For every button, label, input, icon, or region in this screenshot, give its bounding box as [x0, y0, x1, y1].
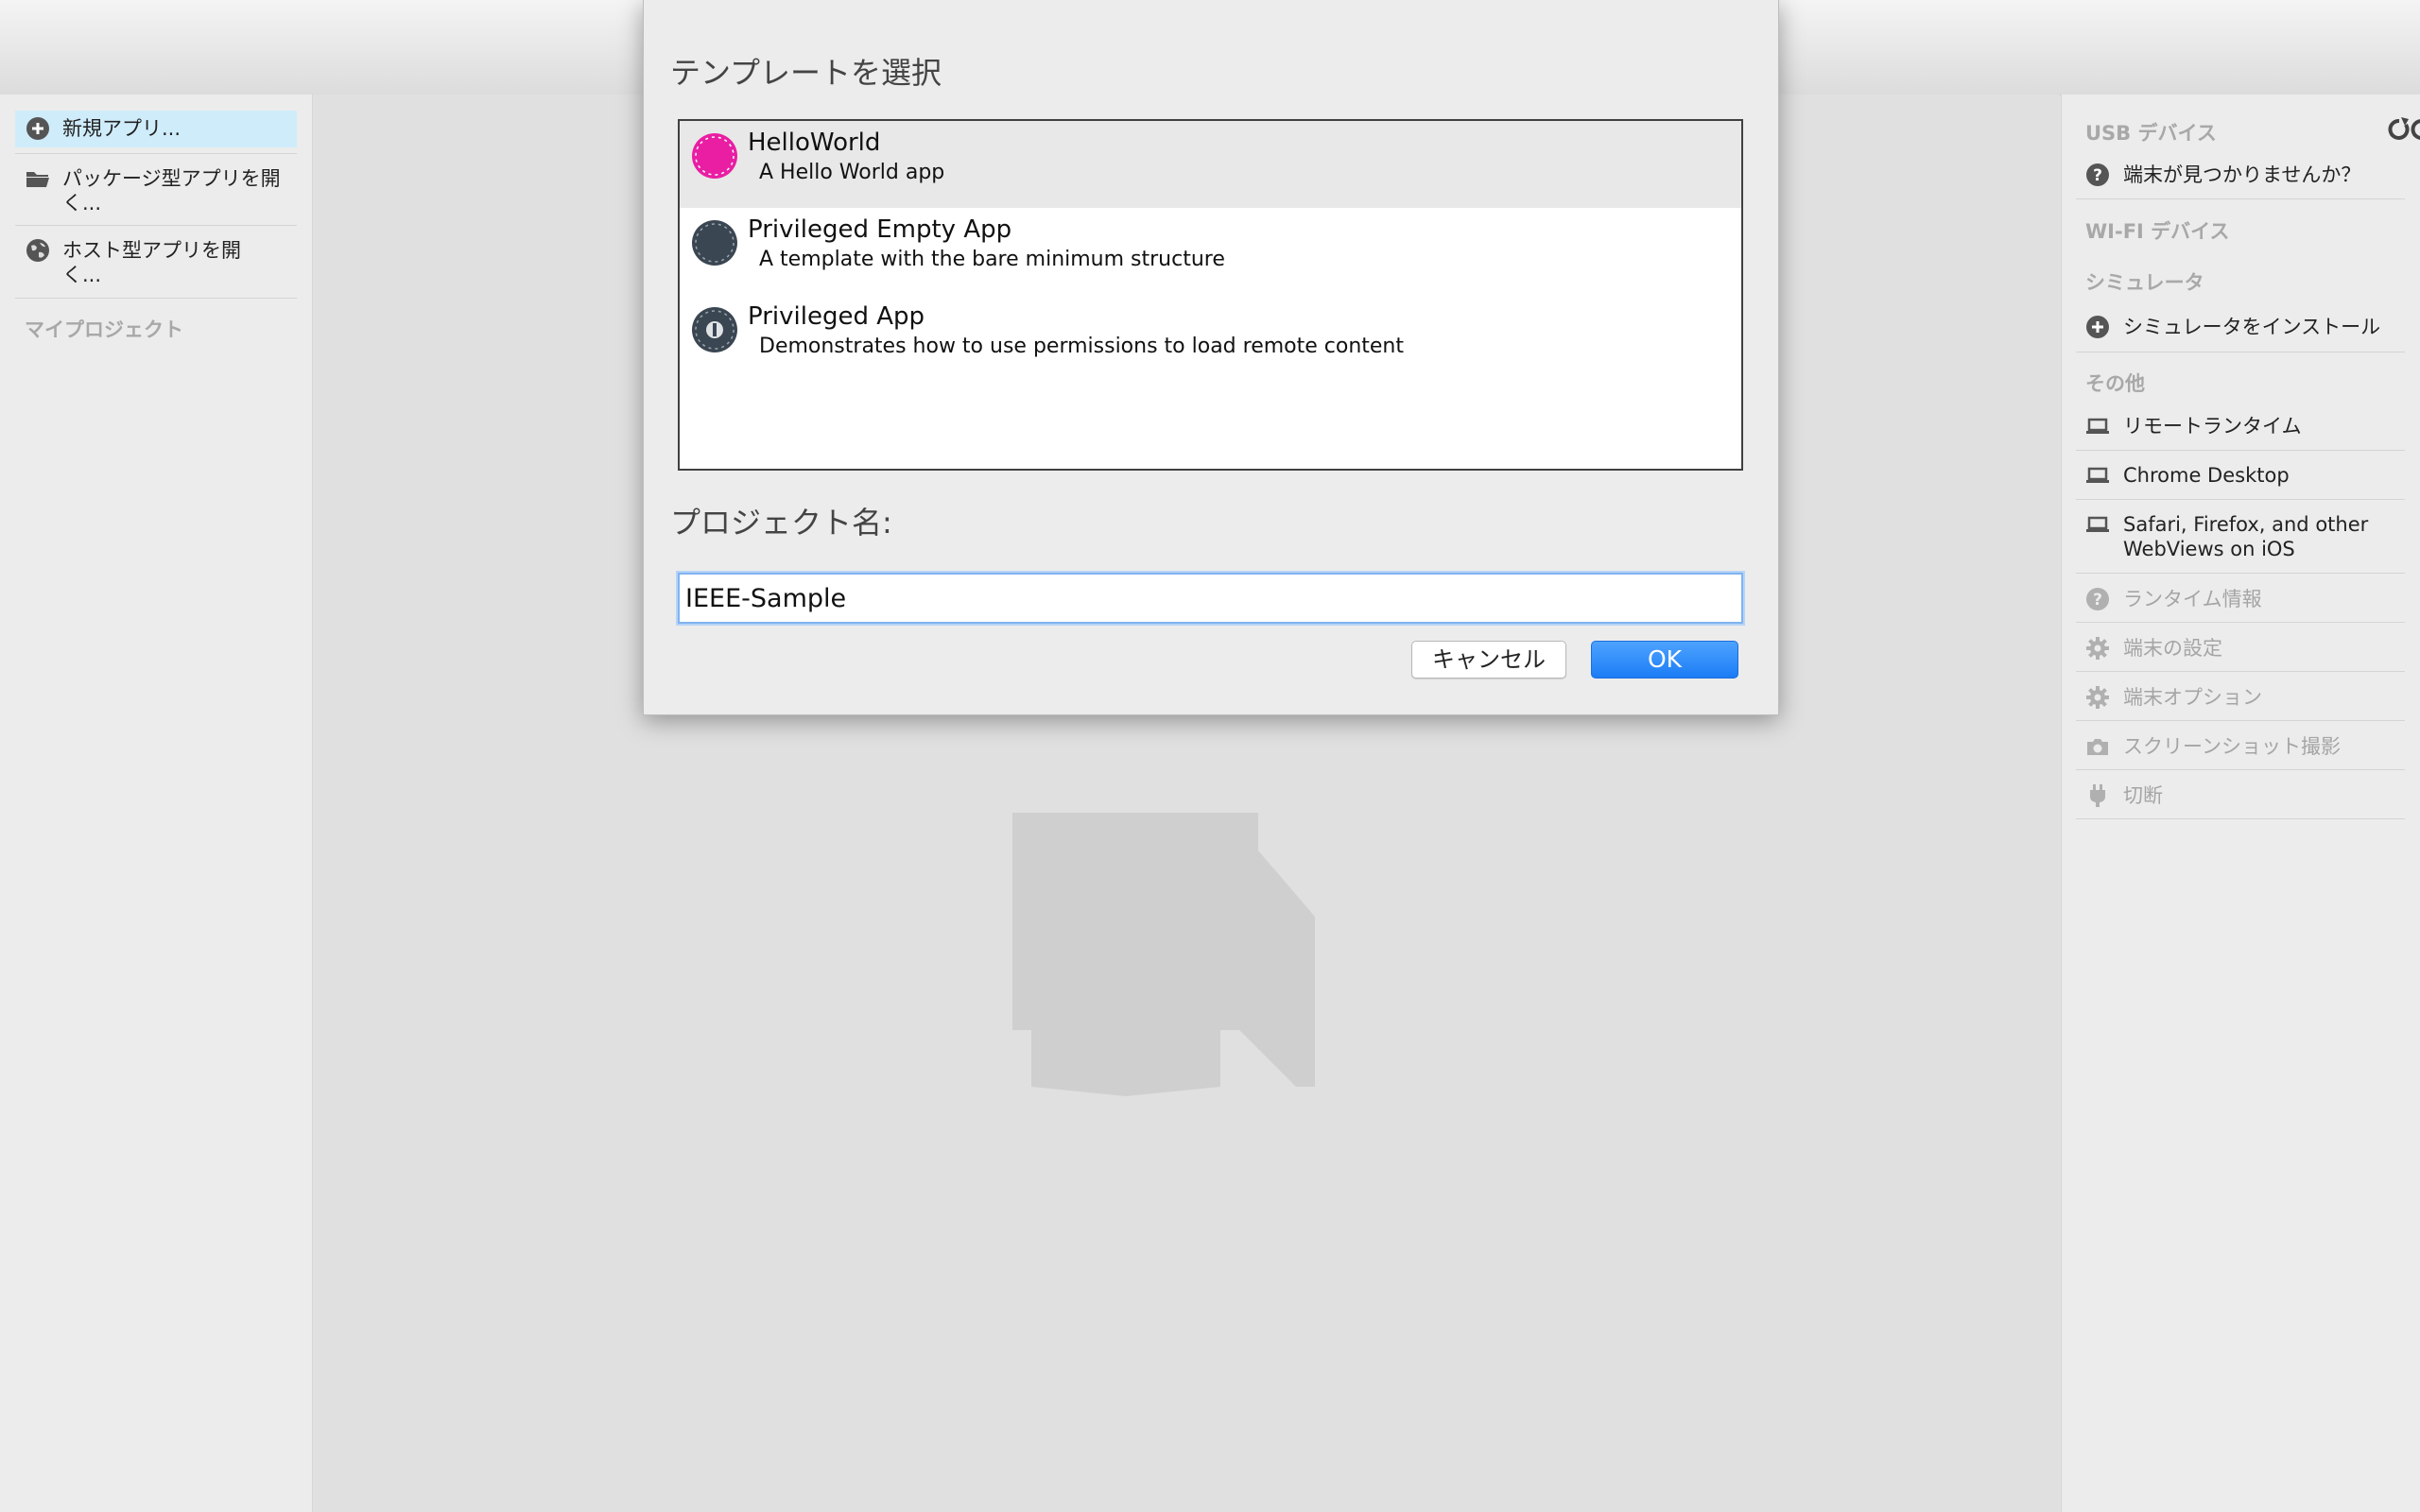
help-icon: ?: [2085, 587, 2110, 611]
template-dialog: テンプレートを選択 HelloWorld A Hello World app P…: [643, 0, 1779, 715]
svg-text:?: ?: [2093, 166, 2102, 185]
camera-icon: [2085, 734, 2110, 759]
gear-icon: [2085, 685, 2110, 710]
divider: [2076, 450, 2405, 451]
plus-circle-icon: [2085, 315, 2110, 339]
runtime-info-item[interactable]: ? ランタイム情報: [2076, 583, 2405, 615]
divider: [2076, 671, 2405, 672]
project-panel: [0, 94, 313, 1512]
divider: [2076, 622, 2405, 623]
my-projects-heading: マイプロジェクト: [25, 318, 183, 341]
divider: [15, 225, 297, 226]
device-options-item[interactable]: 端末オプション: [2076, 681, 2405, 713]
laptop-icon: [2085, 512, 2110, 537]
screenshot-item[interactable]: スクリーンショット撮影: [2076, 730, 2405, 763]
remote-runtime-item[interactable]: リモートランタイム: [2076, 410, 2405, 442]
divider: [2076, 573, 2405, 574]
device-settings-label: 端末の設定: [2123, 637, 2222, 660]
divider: [2076, 720, 2405, 721]
simulators-heading: シミュレータ: [2085, 271, 2204, 294]
privileged-empty-app-icon: [692, 220, 737, 266]
template-description: A Hello World app: [759, 161, 945, 184]
template-item-privileged-empty-app[interactable]: Privileged Empty App A template with the…: [680, 208, 1741, 295]
safari-webviews-label: Safari, Firefox, and other WebViews on i…: [2123, 512, 2368, 561]
open-hosted-app-label: ホスト型アプリを開く...: [62, 239, 241, 286]
install-simulator-label: シミュレータをインストール: [2123, 316, 2381, 338]
open-packaged-app-label: パッケージ型アプリを開く...: [62, 167, 281, 215]
globe-icon: [25, 237, 51, 264]
template-description: A template with the bare minimum structu…: [759, 248, 1225, 271]
divider: [2076, 769, 2405, 770]
divider: [2076, 198, 2405, 199]
svg-text:?: ?: [2093, 591, 2102, 610]
divider: [2076, 818, 2405, 819]
refresh-icon: [2388, 117, 2420, 140]
usb-devices-heading: USB デバイス: [2085, 122, 2217, 145]
screenshot-label: スクリーンショット撮影: [2123, 735, 2341, 758]
chrome-desktop-label: Chrome Desktop: [2123, 464, 2290, 487]
rocket-logo-icon: [1012, 813, 1315, 1096]
device-options-label: 端末オプション: [2123, 686, 2262, 709]
runtime-info-label: ランタイム情報: [2123, 588, 2262, 610]
template-name: Privileged App: [748, 302, 925, 331]
project-name-input[interactable]: [678, 573, 1743, 624]
cancel-button[interactable]: キャンセル: [1411, 641, 1566, 679]
helloworld-icon: [692, 133, 737, 179]
divider: [15, 298, 297, 299]
new-app-button[interactable]: 新規アプリ...: [15, 111, 297, 147]
privileged-app-icon: [692, 307, 737, 352]
template-name: HelloWorld: [748, 129, 881, 157]
gear-icon: [2085, 636, 2110, 661]
open-hosted-app-button[interactable]: ホスト型アプリを開く...: [15, 232, 297, 293]
install-simulator-item[interactable]: シミュレータをインストール: [2076, 311, 2405, 343]
project-name-label: プロジェクト名:: [670, 505, 892, 541]
template-name: Privileged Empty App: [748, 215, 1012, 244]
ok-button[interactable]: OK: [1591, 641, 1738, 679]
laptop-icon: [2085, 414, 2110, 438]
remote-runtime-label: リモートランタイム: [2123, 415, 2302, 438]
dialog-title: テンプレートを選択: [670, 55, 942, 91]
laptop-icon: [2085, 463, 2110, 488]
plus-circle-icon: [25, 115, 51, 142]
safari-webviews-line2: WebViews on iOS: [2123, 538, 2295, 560]
divider: [2076, 499, 2405, 500]
folder-icon: [25, 165, 51, 192]
disconnect-label: 切断: [2123, 784, 2163, 807]
device-not-found-label: 端末が見つかりませんか？: [2123, 163, 2361, 186]
chrome-desktop-item[interactable]: Chrome Desktop: [2076, 459, 2405, 491]
other-heading: その他: [2085, 372, 2145, 395]
help-icon: ?: [2085, 163, 2110, 187]
device-not-found-item[interactable]: ? 端末が見つかりませんか？: [2076, 159, 2405, 191]
device-settings-item[interactable]: 端末の設定: [2076, 632, 2405, 664]
plug-icon: [2085, 783, 2110, 808]
safari-webviews-line1: Safari, Firefox, and other: [2123, 513, 2369, 536]
safari-webviews-item[interactable]: Safari, Firefox, and other WebViews on i…: [2076, 508, 2405, 565]
refresh-button[interactable]: [2380, 115, 2420, 144]
template-item-helloworld[interactable]: HelloWorld A Hello World app: [680, 121, 1741, 208]
template-item-privileged-app[interactable]: Privileged App Demonstrates how to use p…: [680, 295, 1741, 382]
open-packaged-app-button[interactable]: パッケージ型アプリを開く...: [15, 161, 297, 221]
template-list: HelloWorld A Hello World app Privileged …: [678, 119, 1743, 471]
new-app-label: 新規アプリ...: [62, 117, 182, 140]
wifi-devices-heading: WI-FI デバイス: [2085, 220, 2230, 243]
template-description: Demonstrates how to use permissions to l…: [759, 335, 1404, 358]
disconnect-item[interactable]: 切断: [2076, 780, 2405, 812]
divider: [15, 153, 297, 154]
